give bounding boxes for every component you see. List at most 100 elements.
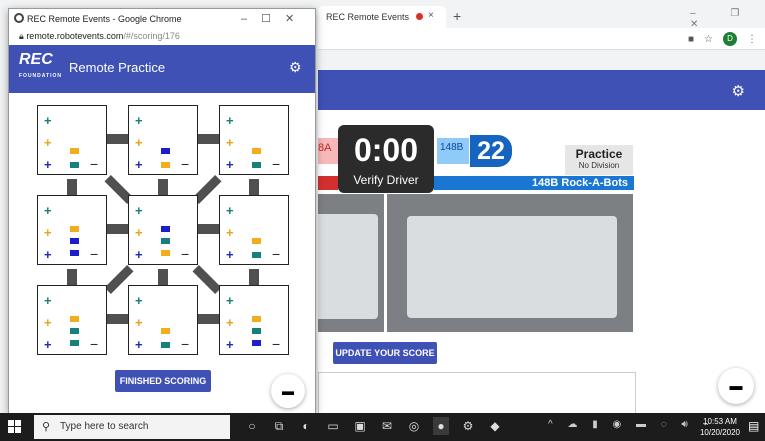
remove-button[interactable]: − xyxy=(181,157,189,171)
page-title: Remote Practice xyxy=(69,60,166,75)
gear-icon[interactable]: ⚙ xyxy=(732,82,745,100)
windows-start-icon[interactable] xyxy=(8,420,22,434)
add-orange-button[interactable]: + xyxy=(135,136,143,149)
field-image xyxy=(318,214,378,319)
browser-tab[interactable]: REC Remote Events × xyxy=(318,6,446,28)
ring-marker-orange xyxy=(252,238,261,244)
connector xyxy=(107,224,129,234)
profile-avatar[interactable]: D xyxy=(723,32,737,46)
add-teal-button[interactable]: + xyxy=(226,114,234,127)
cortana-icon[interactable]: ○ xyxy=(244,417,260,435)
new-tab-button[interactable]: + xyxy=(453,8,461,24)
ring-marker-blue xyxy=(70,250,79,256)
add-blue-button[interactable]: + xyxy=(44,248,52,261)
goal-tile: + + + − xyxy=(219,195,289,265)
mail-icon[interactable]: ✉ xyxy=(379,417,395,435)
notifications-icon[interactable]: ▤ xyxy=(748,419,759,433)
system-tray[interactable]: ^ ☁ ▮ ◉ ▬ ◌ 🔊︎ ⌁ xyxy=(548,419,715,430)
match-timer: 0:00 Verify Driver xyxy=(338,125,434,193)
menu-kebab-icon[interactable]: ⋮ xyxy=(747,34,757,45)
connector xyxy=(198,314,220,324)
ring-marker-orange xyxy=(70,226,79,232)
add-orange-button[interactable]: + xyxy=(44,316,52,329)
ring-marker-orange xyxy=(161,250,170,256)
chrome-icon xyxy=(14,13,24,23)
bookmark-star-icon[interactable]: ☆ xyxy=(704,34,713,45)
add-blue-button[interactable]: + xyxy=(44,158,52,171)
address-bar[interactable]: ■ ☆ D ⋮ xyxy=(318,28,765,50)
add-blue-button[interactable]: + xyxy=(226,158,234,171)
remove-button[interactable]: − xyxy=(90,157,98,171)
ring-marker-teal xyxy=(161,342,170,348)
update-score-button[interactable]: UPDATE YOUR SCORE xyxy=(333,342,437,364)
add-blue-button[interactable]: + xyxy=(44,338,52,351)
camera-icon[interactable]: ■ xyxy=(688,34,694,45)
toolbar-icons: ■ ☆ D ⋮ xyxy=(688,32,757,46)
add-teal-button[interactable]: + xyxy=(226,204,234,217)
remove-button[interactable]: − xyxy=(90,337,98,351)
add-blue-button[interactable]: + xyxy=(135,158,143,171)
goal-tile: + + + − xyxy=(128,105,198,175)
taskbar-clock[interactable]: 10:53 AM 10/20/2020 xyxy=(698,416,742,438)
add-teal-button[interactable]: + xyxy=(135,114,143,127)
recording-icon xyxy=(416,13,423,20)
connector xyxy=(198,134,220,144)
window-controls[interactable]: – ❐ ✕ xyxy=(690,8,765,30)
add-orange-button[interactable]: + xyxy=(44,136,52,149)
remove-button[interactable]: − xyxy=(272,337,280,351)
chat-icon[interactable]: ▬ xyxy=(271,374,305,408)
finished-scoring-button[interactable]: FINISHED SCORING xyxy=(115,370,211,392)
add-teal-button[interactable]: + xyxy=(226,294,234,307)
popup-url-bar[interactable]: 🔒︎ remote.robotevents.com/#/scoring/176 xyxy=(9,29,315,45)
remove-button[interactable]: − xyxy=(181,247,189,261)
remove-button[interactable]: − xyxy=(90,247,98,261)
add-teal-button[interactable]: + xyxy=(135,294,143,307)
chrome-icon[interactable]: ● xyxy=(433,417,449,435)
goal-tile: + + + − xyxy=(37,285,107,355)
add-teal-button[interactable]: + xyxy=(44,114,52,127)
tab-title: REC Remote Events xyxy=(326,12,410,22)
edge-icon[interactable]: ◐ xyxy=(298,417,314,435)
add-blue-button[interactable]: + xyxy=(226,338,234,351)
remove-button[interactable]: − xyxy=(272,247,280,261)
lock-icon: 🔒︎ xyxy=(19,31,24,41)
file-explorer-icon[interactable]: ▭ xyxy=(325,417,341,435)
url-path: /#/scoring/176 xyxy=(123,31,180,41)
settings-icon[interactable]: ⚙ xyxy=(460,417,476,435)
popup-window-controls[interactable]: –☐✕ xyxy=(241,12,308,25)
add-blue-button[interactable]: + xyxy=(135,338,143,351)
add-teal-button[interactable]: + xyxy=(135,204,143,217)
remove-button[interactable]: − xyxy=(181,337,189,351)
task-view-icon[interactable]: ⧉ xyxy=(271,417,287,435)
store-icon[interactable]: ▣ xyxy=(352,417,368,435)
app-icon[interactable]: ◆ xyxy=(487,417,503,435)
search-placeholder: Type here to search xyxy=(60,421,149,432)
scoring-grid: + + + − + + + − + + + − + + + − + + + − + + + − + + + − + + + − + + + − FIN… xyxy=(9,93,315,413)
timer-label: Verify Driver xyxy=(353,173,419,187)
ring-marker-orange xyxy=(161,162,170,168)
add-orange-button[interactable]: + xyxy=(226,316,234,329)
clock-date: 10/20/2020 xyxy=(699,428,741,437)
gear-icon[interactable]: ⚙ xyxy=(289,59,302,76)
add-teal-button[interactable]: + xyxy=(44,204,52,217)
tab-close-icon[interactable]: × xyxy=(428,10,434,21)
connector xyxy=(198,224,220,234)
safari-icon[interactable]: ◎ xyxy=(406,417,422,435)
add-orange-button[interactable]: + xyxy=(226,136,234,149)
remove-button[interactable]: − xyxy=(272,157,280,171)
ring-marker-teal xyxy=(252,162,261,168)
chat-icon[interactable]: ▬ xyxy=(718,368,754,404)
blue-team-name: 148B Rock-A-Bots xyxy=(434,176,634,190)
add-orange-button[interactable]: + xyxy=(44,226,52,239)
goal-tile: + + + − xyxy=(37,105,107,175)
bottom-panel xyxy=(318,372,636,413)
add-teal-button[interactable]: + xyxy=(44,294,52,307)
add-orange-button[interactable]: + xyxy=(226,226,234,239)
practice-division: No Division xyxy=(578,161,620,170)
add-blue-button[interactable]: + xyxy=(226,248,234,261)
taskbar-search-input[interactable]: ⚲ Type here to search xyxy=(34,415,230,439)
add-orange-button[interactable]: + xyxy=(135,316,143,329)
add-blue-button[interactable]: + xyxy=(135,248,143,261)
add-orange-button[interactable]: + xyxy=(135,226,143,239)
rec-logo-text: REC xyxy=(19,51,53,68)
